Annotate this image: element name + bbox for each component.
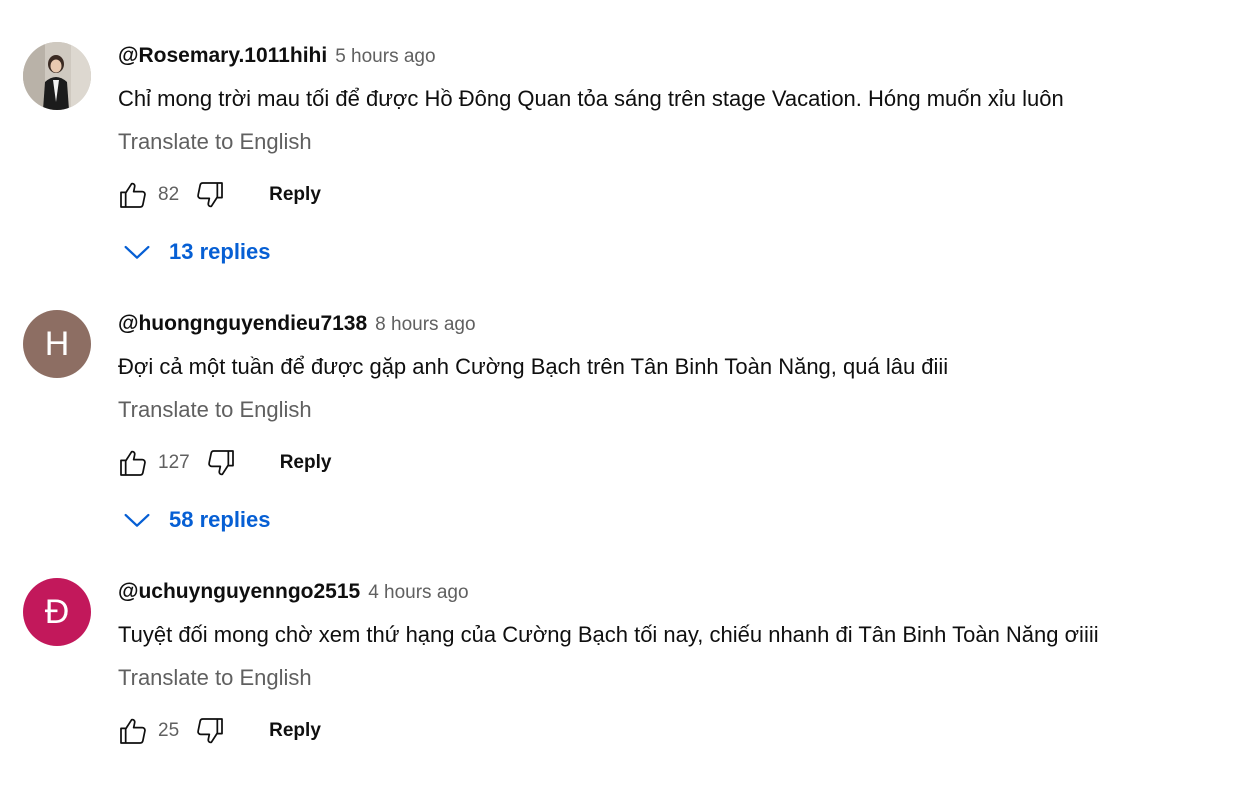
replies-count-label: 13 replies [169,239,271,264]
avatar-photo [23,42,91,110]
avatar[interactable]: Đ [23,578,91,646]
thumbs-up-icon [120,450,146,476]
like-button[interactable] [116,446,150,480]
dislike-button[interactable] [193,714,227,748]
comment-actions: 82 Reply [116,178,321,212]
reply-button[interactable]: Reply [269,184,321,206]
replies-count-label: 58 replies [169,507,271,532]
comment-header: @Rosemary.1011hihi 5 hours ago [118,44,436,68]
dislike-button[interactable] [204,446,238,480]
comment-actions: 25 Reply [116,714,321,748]
like-button[interactable] [116,714,150,748]
comment-author[interactable]: @huongnguyendieu7138 [118,312,367,336]
comment-author[interactable]: @uchuynguyenngo2515 [118,580,360,604]
thumbs-up-icon [120,182,146,208]
chevron-down-icon [124,513,150,527]
comment-timestamp[interactable]: 5 hours ago [335,46,435,68]
comment-author[interactable]: @Rosemary.1011hihi [118,44,327,68]
comment-thread: @Rosemary.1011hihi 5 hours ago Chỉ mong … [0,0,1246,268]
comment-thread: H @huongnguyendieu7138 8 hours ago Đợi c… [0,268,1246,536]
comment-timestamp[interactable]: 4 hours ago [368,582,468,604]
avatar[interactable]: H [23,310,91,378]
dislike-button[interactable] [193,178,227,212]
like-count: 127 [158,452,190,473]
avatar[interactable] [23,42,91,110]
like-count: 82 [158,184,180,205]
comment-text: Đợi cả một tuần để được gặp anh Cường Bạ… [118,354,949,379]
view-replies-button[interactable]: 58 replies [120,502,271,538]
reply-button[interactable]: Reply [269,720,321,742]
avatar-letter: Đ [44,592,70,631]
comment-header: @huongnguyendieu7138 8 hours ago [118,312,476,336]
comment-text: Tuyệt đối mong chờ xem thứ hạng của Cườn… [118,622,1099,647]
avatar-letter: H [44,324,70,363]
translate-button[interactable]: Translate to English [118,129,312,155]
comment-text: Chỉ mong trời mau tối để được Hồ Đông Qu… [118,86,1064,111]
thumbs-up-icon [120,718,146,744]
translate-button[interactable]: Translate to English [118,665,312,691]
comment-header: @uchuynguyenngo2515 4 hours ago [118,580,469,604]
thumbs-down-icon [207,450,234,476]
translate-button[interactable]: Translate to English [118,397,312,423]
thumbs-down-icon [197,182,224,208]
chevron-down-icon [124,245,150,259]
like-button[interactable] [116,178,150,212]
reply-button[interactable]: Reply [280,452,332,474]
like-count: 25 [158,720,180,741]
comment-timestamp[interactable]: 8 hours ago [375,314,475,336]
comment-actions: 127 Reply [116,446,331,480]
view-replies-button[interactable]: 13 replies [120,234,271,270]
thumbs-down-icon [197,718,224,744]
